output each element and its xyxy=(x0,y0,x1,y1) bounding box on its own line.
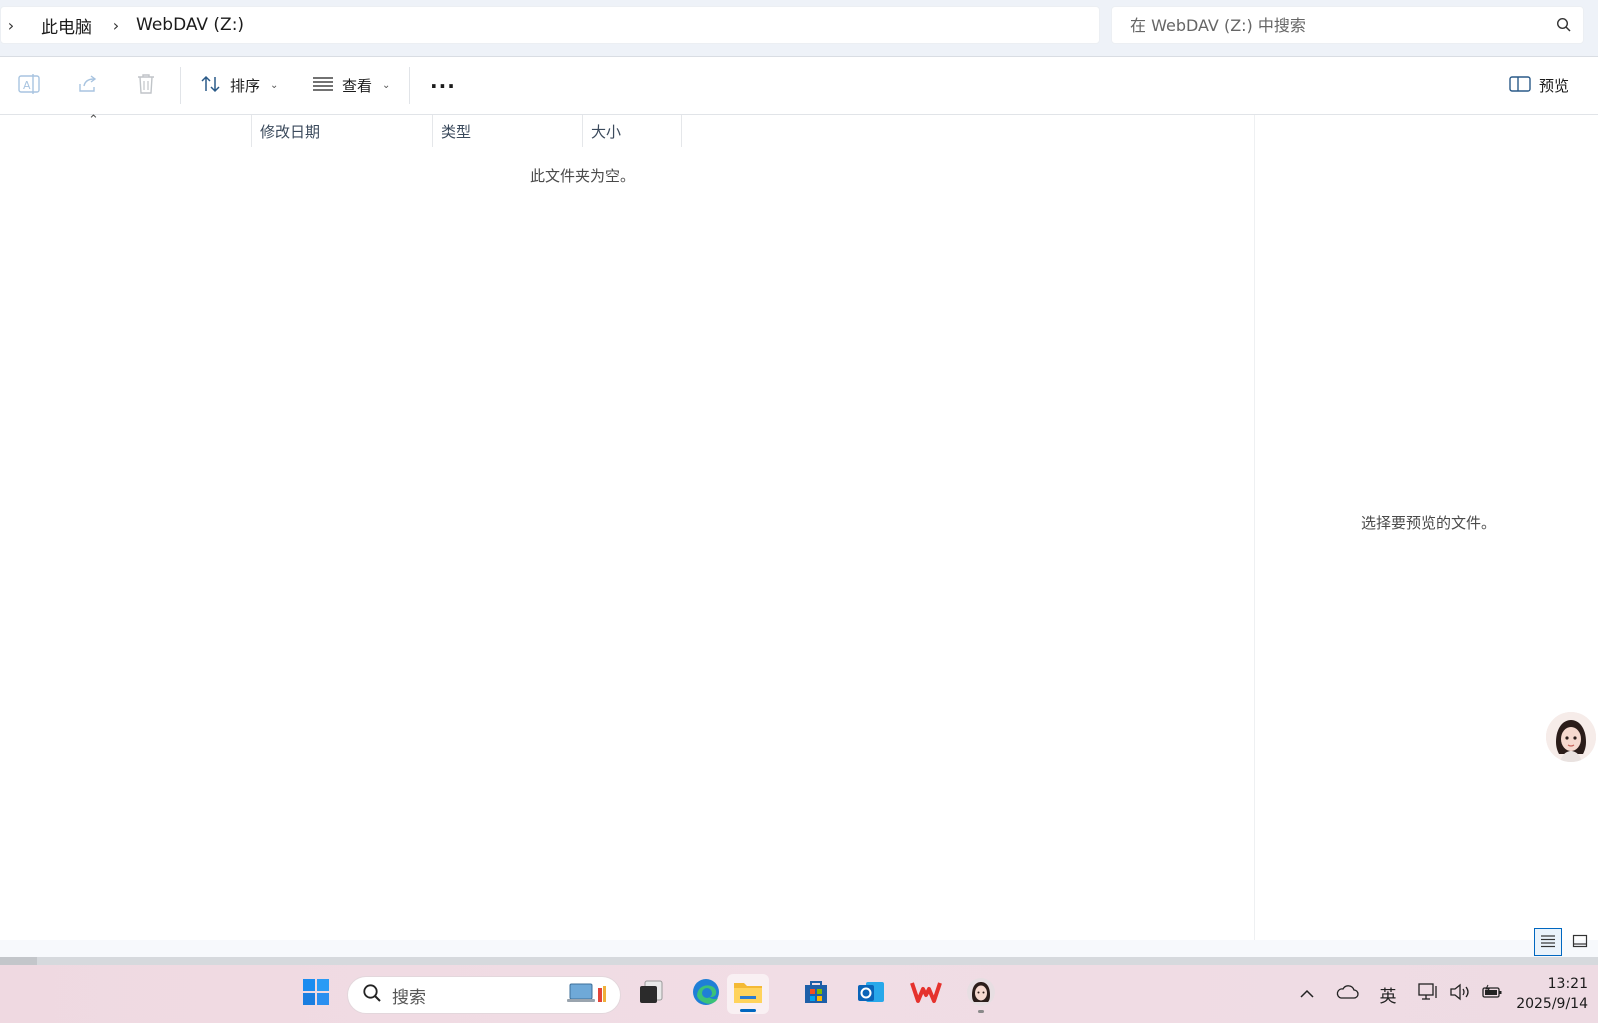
preview-pane: 选择要预览的文件。 xyxy=(1254,115,1598,940)
store-button[interactable] xyxy=(795,974,837,1014)
assistant-avatar-icon[interactable] xyxy=(1546,712,1596,762)
preview-pane-button[interactable]: 预览 xyxy=(1509,57,1569,114)
list-view-icon xyxy=(312,75,334,97)
running-indicator xyxy=(978,1010,984,1013)
details-view-icon xyxy=(1540,933,1556,952)
large-icons-view-icon xyxy=(1572,933,1588,952)
toolbar-divider xyxy=(180,67,181,104)
file-explorer-button[interactable] xyxy=(727,974,769,1014)
chevron-down-icon: ⌄ xyxy=(382,80,391,91)
show-hidden-icons-button[interactable] xyxy=(1295,979,1319,1009)
chevron-down-icon: ⌄ xyxy=(270,80,279,91)
preview-message: 选择要预览的文件。 xyxy=(1361,514,1497,532)
file-explorer-icon xyxy=(732,978,764,1010)
chevron-right-icon[interactable]: › xyxy=(106,16,126,35)
speaker-icon xyxy=(1449,983,1471,1006)
ime-indicator[interactable]: 英 xyxy=(1374,979,1402,1009)
view-button[interactable]: 查看 ⌄ xyxy=(312,57,390,114)
battery-button[interactable] xyxy=(1478,979,1506,1009)
toolbar-divider xyxy=(409,67,410,104)
chevron-up-icon xyxy=(1299,984,1315,1004)
breadcrumb-this-pc[interactable]: 此电脑 xyxy=(21,13,100,38)
delete-button[interactable] xyxy=(135,57,157,114)
search-highlight-icon xyxy=(566,980,608,1010)
network-icon xyxy=(1417,982,1439,1007)
large-icons-view-toggle[interactable] xyxy=(1566,928,1594,956)
horizontal-scrollbar[interactable] xyxy=(0,957,1598,965)
rename-button[interactable]: A xyxy=(16,57,42,114)
command-bar: A 排序 ⌄ 查看 ⌄ ··· 预览 xyxy=(0,57,1598,115)
column-header-size[interactable]: 大小 xyxy=(582,115,682,147)
column-header-modified[interactable]: 修改日期 xyxy=(251,115,432,147)
sort-up-caret-icon: ⌃ xyxy=(88,113,99,128)
share-button[interactable] xyxy=(76,57,100,114)
taskbar-search-label: 搜索 xyxy=(392,987,426,1008)
rename-icon: A xyxy=(16,71,42,101)
address-row: › 此电脑 › WebDAV (Z:) xyxy=(0,0,1598,57)
assistant-avatar-icon xyxy=(966,977,996,1011)
store-icon xyxy=(802,978,830,1010)
network-button[interactable] xyxy=(1414,979,1442,1009)
column-header-type[interactable]: 类型 xyxy=(432,115,582,147)
sort-icon xyxy=(200,73,222,99)
volume-button[interactable] xyxy=(1446,979,1474,1009)
start-button[interactable] xyxy=(295,974,337,1014)
sort-label: 排序 xyxy=(230,77,261,95)
system-clock[interactable]: 13:21 2025/9/14 xyxy=(1508,974,1588,1014)
more-options-button[interactable]: ··· xyxy=(430,57,456,114)
onedrive-button[interactable] xyxy=(1333,979,1361,1009)
sort-button[interactable]: 排序 ⌄ xyxy=(200,57,278,114)
clock-date: 2025/9/14 xyxy=(1516,996,1588,1012)
scrollbar-thumb[interactable] xyxy=(0,957,37,965)
clock-time: 13:21 xyxy=(1547,976,1588,992)
address-bar[interactable]: › 此电脑 › WebDAV (Z:) xyxy=(0,6,1100,44)
search-icon xyxy=(362,983,382,1007)
start-icon xyxy=(302,978,330,1010)
share-icon xyxy=(76,72,100,100)
taskbar-search[interactable]: 搜索 xyxy=(347,976,621,1014)
search-input[interactable] xyxy=(1112,14,1545,36)
preview-pane-icon xyxy=(1509,75,1531,97)
view-label: 查看 xyxy=(342,77,373,95)
file-explorer-window: › 此电脑 › WebDAV (Z:) A xyxy=(0,0,1598,1023)
wps-icon xyxy=(910,979,942,1009)
empty-folder-message: 此文件夹为空。 xyxy=(530,167,636,185)
trash-icon xyxy=(135,72,157,100)
assistant-button[interactable] xyxy=(960,974,1002,1014)
edge-icon xyxy=(691,977,721,1011)
wps-button[interactable] xyxy=(905,974,947,1014)
battery-icon xyxy=(1481,984,1503,1005)
outlook-icon xyxy=(856,978,886,1010)
outlook-button[interactable] xyxy=(850,974,892,1014)
search-icon[interactable] xyxy=(1545,6,1583,44)
chevron-right-icon[interactable]: › xyxy=(1,16,21,35)
cloud-icon xyxy=(1335,984,1359,1005)
details-view-toggle[interactable] xyxy=(1534,928,1562,956)
more-icon: ··· xyxy=(430,73,456,98)
active-indicator xyxy=(740,1009,756,1012)
svg-text:A: A xyxy=(23,79,31,92)
taskbar: 搜索 英 13:21 2025/9/14 xyxy=(0,965,1598,1023)
widgets-button[interactable] xyxy=(630,974,672,1014)
edge-button[interactable] xyxy=(685,974,727,1014)
file-list-area[interactable]: ⌃ 修改日期 类型 大小 此文件夹为空。 xyxy=(0,113,1254,940)
breadcrumb-webdav[interactable]: WebDAV (Z:) xyxy=(126,15,252,35)
search-box[interactable] xyxy=(1111,6,1584,44)
preview-label: 预览 xyxy=(1539,77,1570,95)
widgets-icon xyxy=(637,979,665,1009)
